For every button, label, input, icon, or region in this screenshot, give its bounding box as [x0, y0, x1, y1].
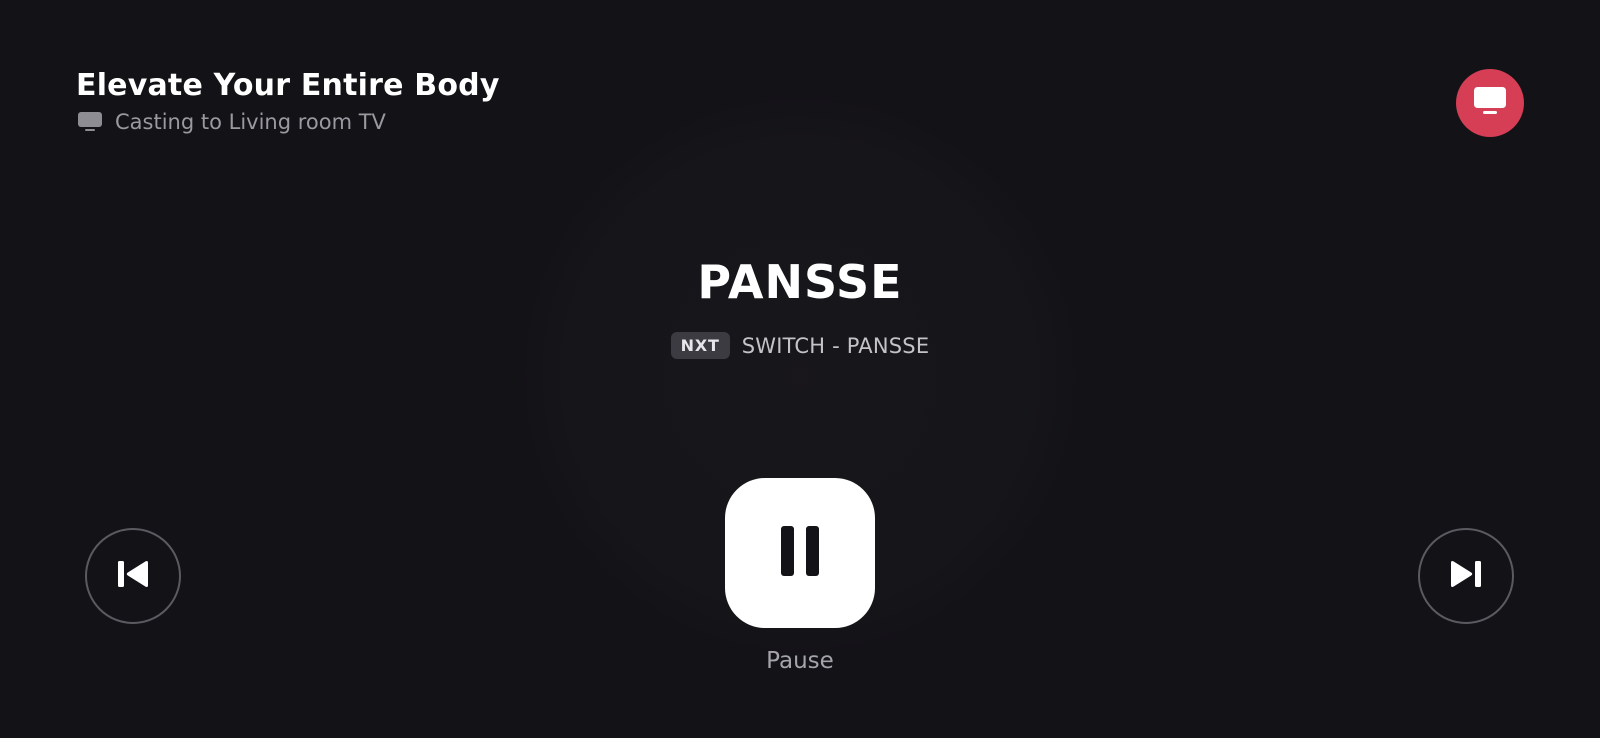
cast-button[interactable]: [1456, 69, 1524, 137]
next-exercise-row: NXT SWITCH - PANSSE: [0, 332, 1600, 359]
previous-button[interactable]: [85, 528, 181, 624]
next-exercise-name: SWITCH - PANSSE: [741, 333, 930, 358]
casting-status: Casting to Living room TV: [115, 110, 386, 134]
tv-icon: [1473, 86, 1507, 120]
skip-previous-icon: [115, 558, 151, 594]
tv-icon: [77, 110, 103, 134]
pause-button[interactable]: [725, 478, 875, 628]
current-exercise-name: PANSSE: [697, 255, 903, 309]
casting-status-row: Casting to Living room TV: [76, 109, 500, 135]
skip-next-icon: [1448, 558, 1484, 594]
next-button[interactable]: [1418, 528, 1514, 624]
casting-player-screen: Elevate Your Entire Body Casting to Livi…: [0, 0, 1600, 738]
next-badge: NXT: [670, 332, 730, 359]
workout-title: Elevate Your Entire Body: [76, 68, 500, 103]
pause-label: Pause: [766, 648, 834, 674]
pause-icon: [780, 525, 820, 581]
header: Elevate Your Entire Body Casting to Livi…: [76, 66, 500, 135]
